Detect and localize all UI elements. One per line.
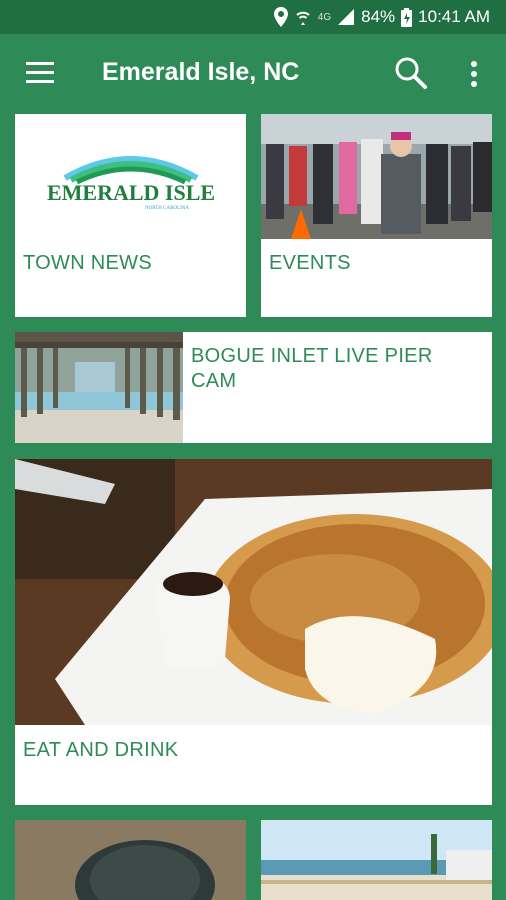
tile-eat-drink[interactable]: EAT AND DRINK	[15, 459, 492, 805]
network-type-label: 4G	[317, 11, 332, 23]
tile-events[interactable]: EVENTS	[261, 114, 492, 317]
tile-label-pier-cam: BOGUE INLET LIVE PIER CAM	[191, 345, 433, 392]
turtle-photo	[15, 820, 246, 900]
cell-signal-icon	[337, 8, 355, 26]
tile-pier-cam[interactable]: BOGUE INLET LIVE PIER CAM	[15, 332, 492, 443]
hamburger-icon	[26, 62, 54, 83]
location-icon	[273, 7, 288, 27]
beach-photo	[261, 820, 492, 900]
events-photo	[261, 114, 492, 239]
clock: 10:41 AM	[418, 7, 490, 26]
app-title: Emerald Isle, NC	[102, 58, 300, 86]
tile-label-town-news: TOWN NEWS	[23, 252, 152, 274]
logo-text: EMERALD ISLE	[47, 180, 215, 205]
tile-label-eat-drink: EAT AND DRINK	[23, 739, 179, 761]
search-button[interactable]	[394, 56, 428, 90]
tile-label-events: EVENTS	[269, 252, 351, 274]
status-icons: 4G 84% 10:41 AM	[273, 0, 490, 34]
logo-subtext: NORTH CAROLINA	[145, 206, 189, 211]
tile-wildlife[interactable]	[15, 820, 246, 900]
menu-button[interactable]	[26, 62, 54, 84]
emerald-isle-logo: EMERALD ISLE NORTH CAROLINA	[47, 156, 215, 211]
app-bar: Emerald Isle, NC	[0, 34, 506, 114]
tile-town-news[interactable]: EMERALD ISLE NORTH CAROLINA TOWN NEWS	[15, 114, 246, 317]
search-icon	[395, 57, 427, 89]
status-bar: 4G 84% 10:41 AM	[0, 0, 506, 34]
tile-beach[interactable]	[261, 820, 492, 900]
more-vert-icon	[471, 61, 477, 87]
overflow-menu-button[interactable]	[466, 59, 482, 89]
battery-icon	[401, 7, 413, 27]
pier-photo	[15, 332, 183, 443]
battery-percent: 84%	[361, 7, 396, 26]
wifi-icon	[294, 8, 312, 26]
pancakes-photo	[15, 459, 492, 725]
